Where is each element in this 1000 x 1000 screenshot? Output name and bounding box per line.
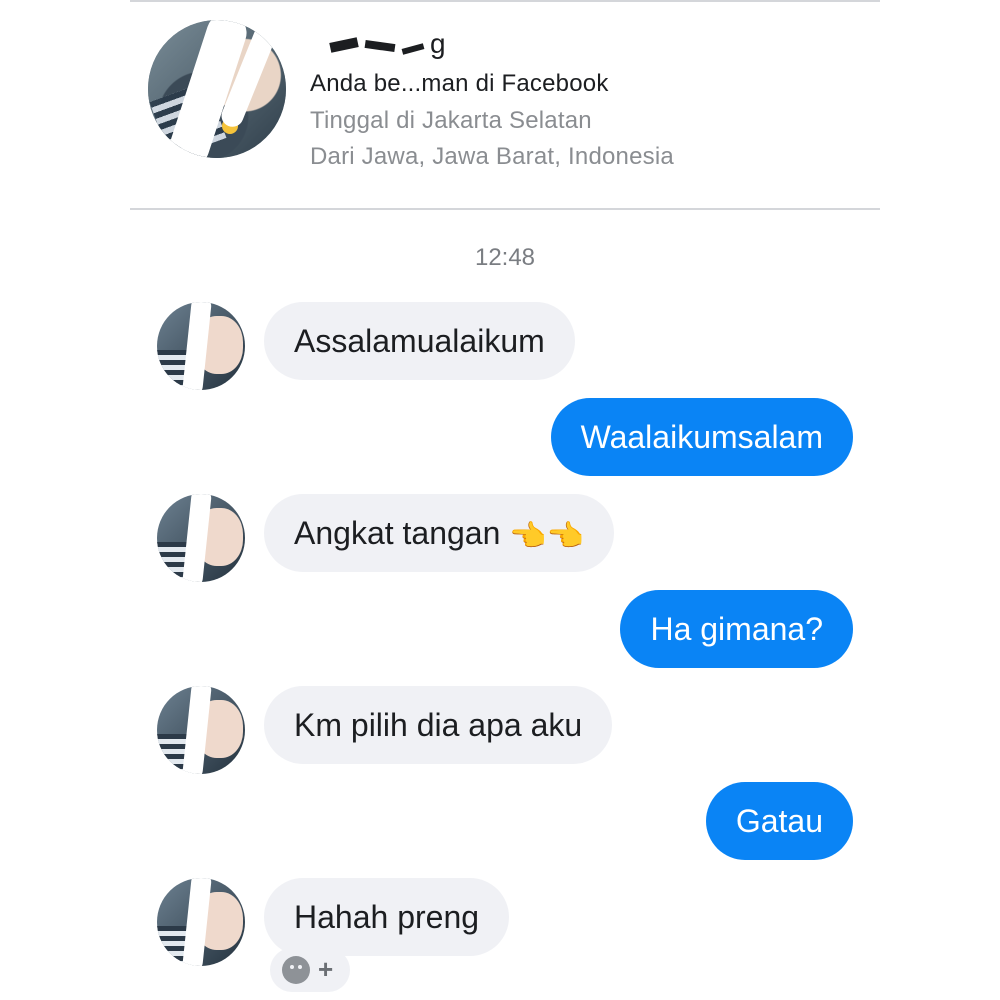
sender-avatar[interactable] (157, 686, 245, 774)
top-divider (130, 0, 880, 2)
message-text: Gatau (735, 803, 823, 839)
hometown: Dari Jawa, Jawa Barat, Indonesia (310, 143, 674, 170)
profile-name-redacted (310, 30, 450, 60)
message-text: Assalamualaikum (294, 323, 545, 359)
smiley-icon (282, 956, 310, 984)
message-text: Angkat tangan (294, 515, 501, 551)
lives-in: Tinggal di Jakarta Selatan (310, 107, 592, 134)
message-timestamp: 12:48 (474, 244, 536, 271)
outgoing-message[interactable]: Waalaikumsalam (550, 398, 853, 476)
incoming-message[interactable]: Angkat tangan 👈👈 (264, 494, 614, 572)
message-text: Ha gimana? (650, 611, 823, 647)
incoming-message[interactable]: Km pilih dia apa aku (264, 686, 613, 764)
outgoing-message[interactable]: Gatau (705, 782, 853, 860)
sender-avatar[interactable] (157, 878, 245, 966)
message-text: Hahah preng (294, 899, 480, 935)
message-text: Waalaikumsalam (580, 419, 823, 455)
chat-screen: g Anda be...man di Facebook Tinggal di J… (0, 0, 1000, 1000)
add-reaction-button[interactable]: + (270, 948, 350, 992)
plus-icon: + (318, 954, 334, 984)
profile-name-visible: g (430, 28, 446, 59)
header-divider (130, 208, 880, 210)
outgoing-message[interactable]: Ha gimana? (620, 590, 853, 668)
friends-status: Anda be...man di Facebook (310, 70, 609, 97)
pointing-hand-emoji-icon: 👈👈 (509, 520, 584, 553)
incoming-message[interactable]: Assalamualaikum (264, 302, 575, 380)
message-text: Km pilih dia apa aku (294, 707, 583, 743)
profile-avatar[interactable] (148, 20, 286, 158)
incoming-message[interactable]: Hahah preng (264, 878, 510, 956)
sender-avatar[interactable] (157, 494, 245, 582)
sender-avatar[interactable] (157, 302, 245, 390)
